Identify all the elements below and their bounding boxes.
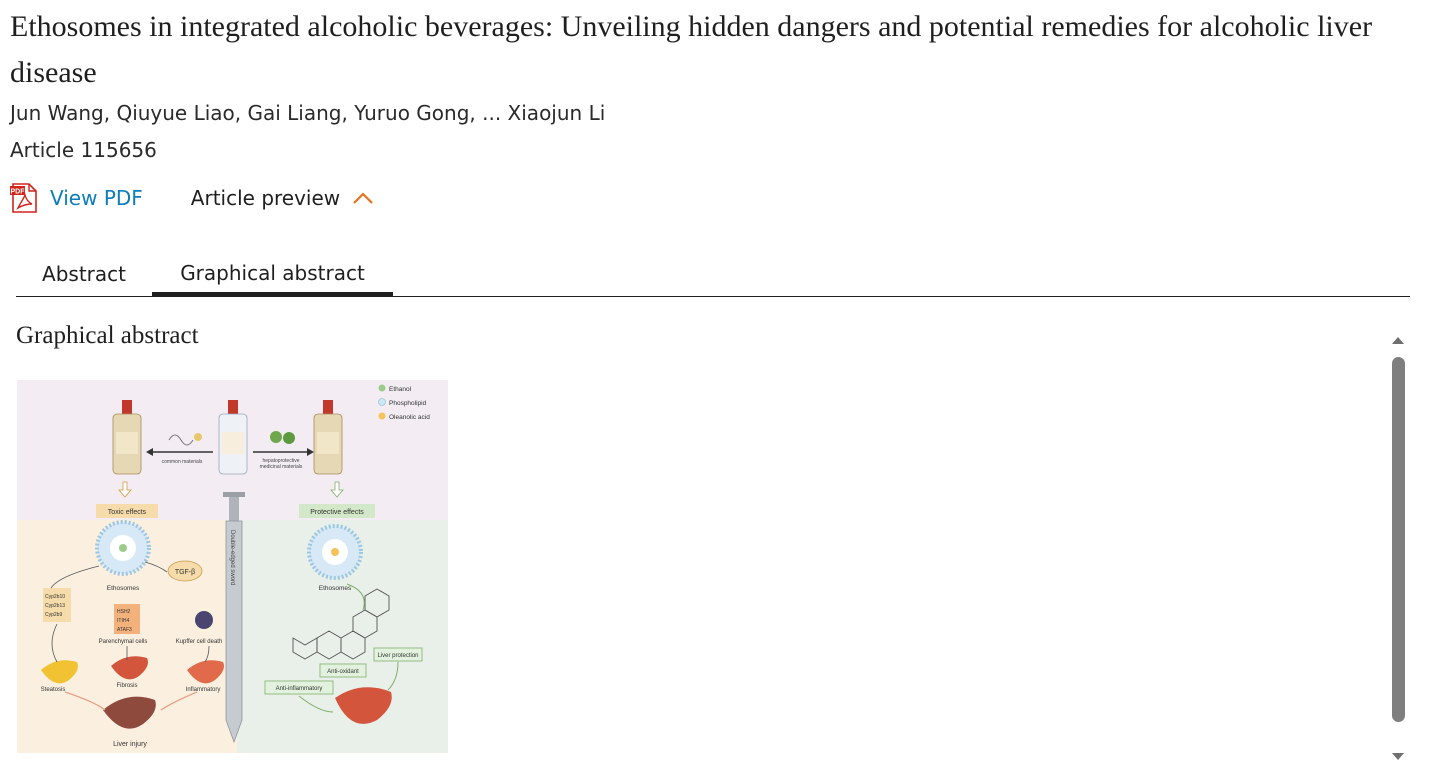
sword: Double-edged sword [223, 492, 245, 744]
view-pdf-label[interactable]: View PDF [50, 186, 143, 210]
scroll-up-arrow-icon[interactable] [1391, 330, 1405, 349]
toxic-effects-label: Toxic effects [108, 509, 147, 516]
arrow-left-label: common materials [162, 459, 203, 465]
ethosome-left [95, 520, 151, 576]
scrollbar-thumb[interactable] [1392, 357, 1405, 722]
sword-label: Double-edged sword [229, 530, 235, 585]
tab-abstract[interactable]: Abstract [16, 254, 152, 294]
anti-oxidant-label: Anti-oxidant [327, 669, 359, 675]
inflammatory-label: Inflammatory [186, 687, 221, 693]
section-heading: Graphical abstract [16, 322, 199, 349]
fibrosis-label: Fibrosis [116, 683, 137, 689]
view-pdf-link[interactable]: PDF View PDF [10, 183, 143, 213]
liver-protection-label: Liver protection [377, 653, 418, 659]
pdf-badge-text: PDF [11, 189, 26, 196]
parenchymal-label: Parenchymal cells [99, 639, 148, 645]
article-number: Article 115656 [10, 138, 157, 162]
tab-graphical-abstract[interactable]: Graphical abstract [152, 254, 393, 296]
article-preview-label[interactable]: Article preview [191, 186, 340, 210]
legend-oleanolic-acid: Oleanolic acid [389, 414, 430, 421]
steatosis-label: Steatosis [41, 687, 66, 693]
cyp-2: Cyp2b13 [45, 603, 65, 609]
kupffer-label: Kupffer cell death [176, 639, 223, 645]
ethosome-right [307, 524, 363, 580]
legend-ethanol: Ethanol [389, 386, 412, 393]
liver-injury-label: Liver injury [113, 741, 147, 748]
scroll-down-arrow-icon[interactable] [1391, 747, 1405, 766]
protective-effects-label: Protective effects [310, 509, 364, 516]
graphical-abstract-image[interactable]: Ethanol Phospholipid Oleanolic acid comm… [17, 380, 448, 753]
anti-inflammatory-label: Anti-inflammatory [276, 686, 323, 692]
author-list: Jun Wang, Qiuyue Liao, Gai Liang, Yuruo … [10, 101, 606, 125]
tgf-label: TGF-β [175, 569, 195, 576]
cyp-3: Cyp2b9 [45, 612, 62, 618]
gene-2: ITIH4 [117, 618, 129, 624]
ethosomes-left-label: Ethosomes [107, 585, 140, 592]
article-preview-toggle[interactable]: Article preview [191, 186, 374, 210]
chevron-up-icon[interactable] [352, 186, 374, 210]
gene-3: ATAF3 [117, 627, 132, 633]
article-actions: PDF View PDF Article preview [10, 182, 374, 214]
legend-phospholipid: Phospholipid [389, 400, 427, 407]
article-title[interactable]: Ethosomes in integrated alcoholic bevera… [10, 4, 1390, 96]
ethosomes-right-label: Ethosomes [319, 585, 352, 592]
pdf-icon: PDF [10, 183, 38, 213]
abstract-tabs: Abstract Graphical abstract [16, 254, 1410, 297]
cyp-1: Cyp2b10 [45, 594, 65, 600]
arrow-right-label-2: medicinal materials [260, 464, 303, 470]
gene-1: HSH2 [117, 609, 131, 615]
